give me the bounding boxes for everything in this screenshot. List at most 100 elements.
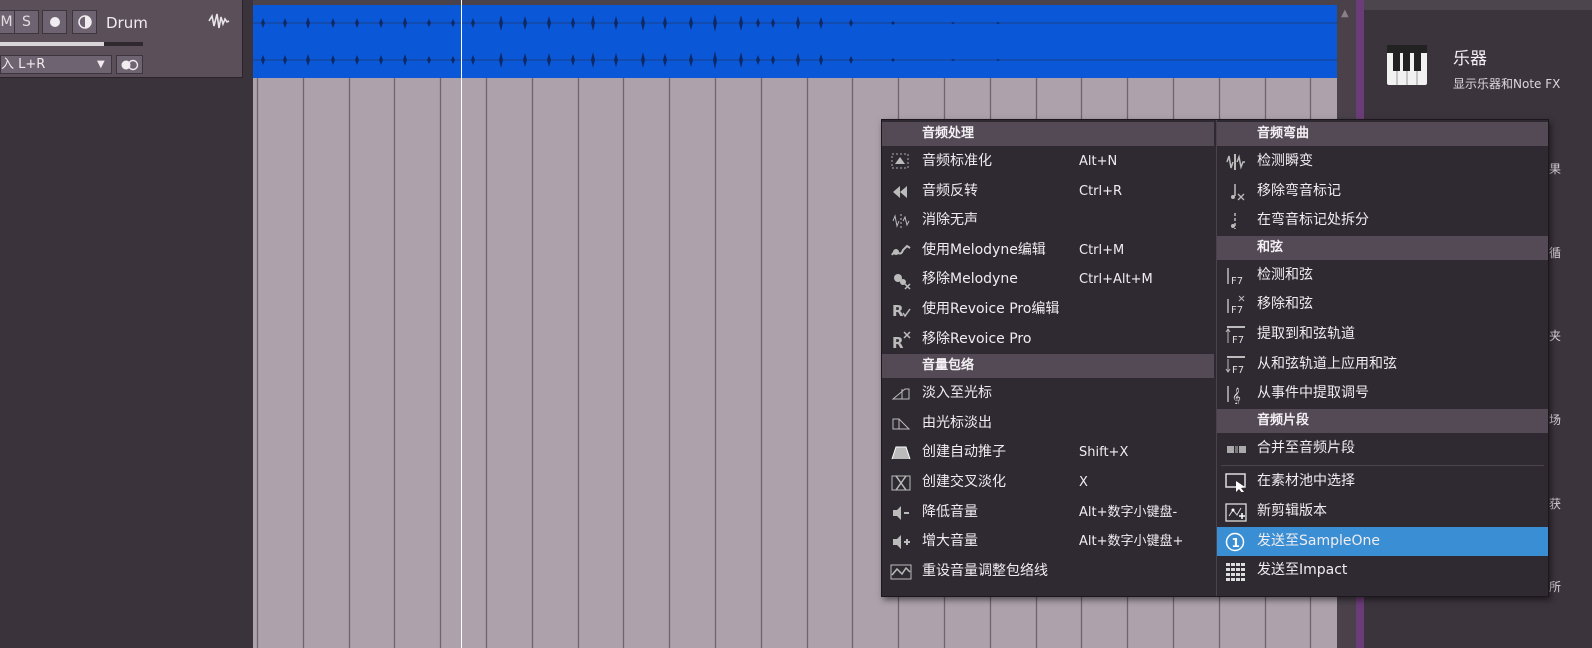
instruments-title[interactable]: 乐器 — [1453, 44, 1487, 69]
record-icon — [49, 17, 60, 27]
track-name[interactable]: Drum — [106, 14, 148, 32]
menu-section-header: 音量包络 — [882, 354, 1214, 379]
menu-item-volume-up[interactable]: 增大音量 Alt+数字小键盘+ — [882, 527, 1214, 556]
menu-item-normalize[interactable]: 音频标准化 Alt+N — [882, 147, 1214, 176]
detect-chords-icon: F7 — [1227, 267, 1243, 286]
menu-item-label: 音频标准化 — [922, 153, 992, 169]
menu-item-apply-chord-track[interactable]: F7 从和弦轨道上应用和弦 — [1217, 350, 1548, 379]
volume-down-icon — [893, 505, 909, 520]
extract-chord-track-icon: F7 — [1225, 326, 1245, 345]
svg-text:1: 1 — [1232, 536, 1240, 550]
instruments-subtitle: 显示乐器和Note FX — [1453, 77, 1561, 91]
menu-item-extract-key[interactable]: 𝄞 从事件中提取调号 — [1217, 379, 1548, 408]
menu-item-extract-chord-track[interactable]: F7 提取到和弦轨道 — [1217, 320, 1548, 349]
strip-silence-icon — [892, 214, 910, 229]
menu-item-fade-out[interactable]: 由光标淡出 — [882, 409, 1214, 438]
menu-item-auto-fader[interactable]: 创建自动推子 Shift+X — [882, 438, 1214, 467]
menu-item-new-version[interactable]: 新剪辑版本 — [1217, 497, 1548, 526]
browser-item-label[interactable]: 获 — [1549, 495, 1561, 512]
menu-section-header: 音频片段 — [1217, 408, 1548, 433]
menu-item-impact[interactable]: 发送至Impact — [1217, 556, 1548, 585]
solo-button[interactable]: S — [14, 10, 39, 34]
svg-text:F7: F7 — [1231, 305, 1243, 315]
input-selector[interactable]: 入 L+R ▼ — [0, 55, 112, 74]
menu-item-reverse[interactable]: 音频反转 Ctrl+R — [882, 177, 1214, 206]
menu-item-crossfade[interactable]: 创建交叉淡化 X — [882, 468, 1214, 497]
svg-text:𝄞: 𝄞 — [1232, 387, 1241, 404]
fade-out-icon — [892, 418, 911, 430]
record-button[interactable] — [42, 10, 67, 34]
menu-item-label: 移除弯音标记 — [1257, 182, 1341, 199]
svg-text:F7: F7 — [1232, 335, 1244, 345]
impact-icon — [1226, 563, 1245, 582]
scroll-up-icon[interactable]: ▲ — [1341, 8, 1349, 19]
menu-item-label: 使用Melodyne编辑 — [922, 241, 1046, 258]
menu-item-select-in-pool[interactable]: 在素材池中选择 — [1217, 467, 1548, 496]
sampleone-icon: 1 — [1225, 532, 1245, 551]
menu-item-label: 检测瞬变 — [1257, 153, 1313, 169]
menu-section-header: 音频处理 — [882, 122, 1214, 146]
menu-item-label: 创建交叉淡化 — [922, 474, 1006, 490]
fade-in-icon — [891, 388, 910, 400]
menu-item-reset-envelope[interactable]: 重设音量调整包络线 — [882, 557, 1214, 586]
monitor-button[interactable] — [72, 10, 97, 34]
menu-item-revoice-remove[interactable]: R 移除Revoice Pro — [882, 325, 1214, 354]
browser-item-label[interactable]: 果 — [1549, 160, 1561, 177]
menu-item-shortcut: Shift+X — [1079, 445, 1129, 461]
menu-item-label: 由光标淡出 — [922, 414, 992, 431]
menu-item-label: 从和弦轨道上应用和弦 — [1257, 355, 1397, 372]
menu-item-label: 移除和弦 — [1257, 296, 1313, 313]
menu-item-merge-clip[interactable]: 合并至音频片段 — [1217, 434, 1548, 463]
svg-text:F7: F7 — [1231, 276, 1243, 286]
waveform-icon[interactable] — [208, 12, 230, 30]
chevron-down-icon: ▼ — [97, 59, 105, 70]
volume-level — [0, 42, 105, 46]
menu-item-volume-down[interactable]: 降低音量 Alt+数字小键盘- — [882, 498, 1214, 527]
menu-item-label: 降低音量 — [922, 503, 978, 520]
browser-item-label[interactable]: 循 — [1549, 244, 1561, 261]
menu-item-label: 移除Melodyne — [922, 271, 1018, 288]
stereo-link-icon — [121, 59, 139, 71]
menu-item-revoice-edit[interactable]: R 使用Revoice Pro编辑 — [882, 295, 1214, 324]
melodyne-edit-icon — [891, 244, 911, 256]
browser-item-label[interactable]: 夹 — [1549, 327, 1561, 344]
auto-fader-icon — [891, 446, 911, 460]
volume-up-icon — [893, 535, 910, 550]
browser-item-label[interactable]: 所 — [1549, 578, 1561, 595]
menu-item-label: 使用Revoice Pro编辑 — [922, 301, 1060, 317]
menu-item-remove-chords[interactable]: F7 移除和弦 — [1217, 290, 1548, 319]
svg-text:R: R — [892, 334, 904, 350]
browser-item-label[interactable]: 场 — [1549, 411, 1561, 428]
split-at-bend-icon — [1231, 213, 1236, 230]
menu-item-shortcut: X — [1079, 475, 1088, 490]
menu-item-sampleone[interactable]: 1 发送至SampleOne — [1217, 526, 1548, 556]
menu-item-label: 新剪辑版本 — [1257, 503, 1327, 519]
menu-item-melodyne-remove[interactable]: 移除Melodyne Ctrl+Alt+M — [882, 265, 1214, 294]
menu-item-label: 从事件中提取调号 — [1257, 385, 1369, 402]
remove-chords-icon: F7 — [1227, 296, 1245, 315]
revoice-remove-icon: R — [892, 331, 911, 350]
menu-item-fade-in[interactable]: 淡入至光标 — [882, 379, 1214, 408]
normalize-icon — [891, 153, 909, 169]
clip-waveform — [253, 14, 1337, 69]
reverse-icon — [893, 185, 907, 198]
menu-item-label: 音频反转 — [922, 182, 978, 199]
menu-item-shortcut: Alt+数字小键盘+ — [1079, 534, 1184, 550]
select-in-pool-icon — [1225, 473, 1246, 493]
menu-item-label: 发送至Impact — [1257, 562, 1348, 579]
menu-item-label: 发送至SampleOne — [1257, 532, 1380, 549]
stereo-link-button[interactable] — [116, 55, 143, 74]
menu-item-strip-silence[interactable]: 消除无声 — [882, 206, 1214, 235]
volume-slider[interactable] — [0, 42, 143, 46]
new-version-icon — [1225, 503, 1247, 522]
menu-item-detect-transients[interactable]: 检测瞬变 — [1217, 147, 1548, 176]
menu-item-split-at-bend[interactable]: 在弯音标记处拆分 — [1217, 206, 1548, 235]
reset-envelope-icon — [890, 564, 912, 580]
menu-item-remove-bend-markers[interactable]: 移除弯音标记 — [1217, 177, 1548, 206]
menu-item-melodyne-edit[interactable]: 使用Melodyne编辑 Ctrl+M — [882, 236, 1214, 265]
menu-item-label: 合并至音频片段 — [1257, 439, 1355, 456]
menu-item-detect-chords[interactable]: F7 检测和弦 — [1217, 261, 1548, 290]
detect-transients-icon — [1226, 154, 1245, 170]
audio-clip[interactable] — [253, 5, 1337, 78]
speaker-icon — [77, 15, 92, 29]
